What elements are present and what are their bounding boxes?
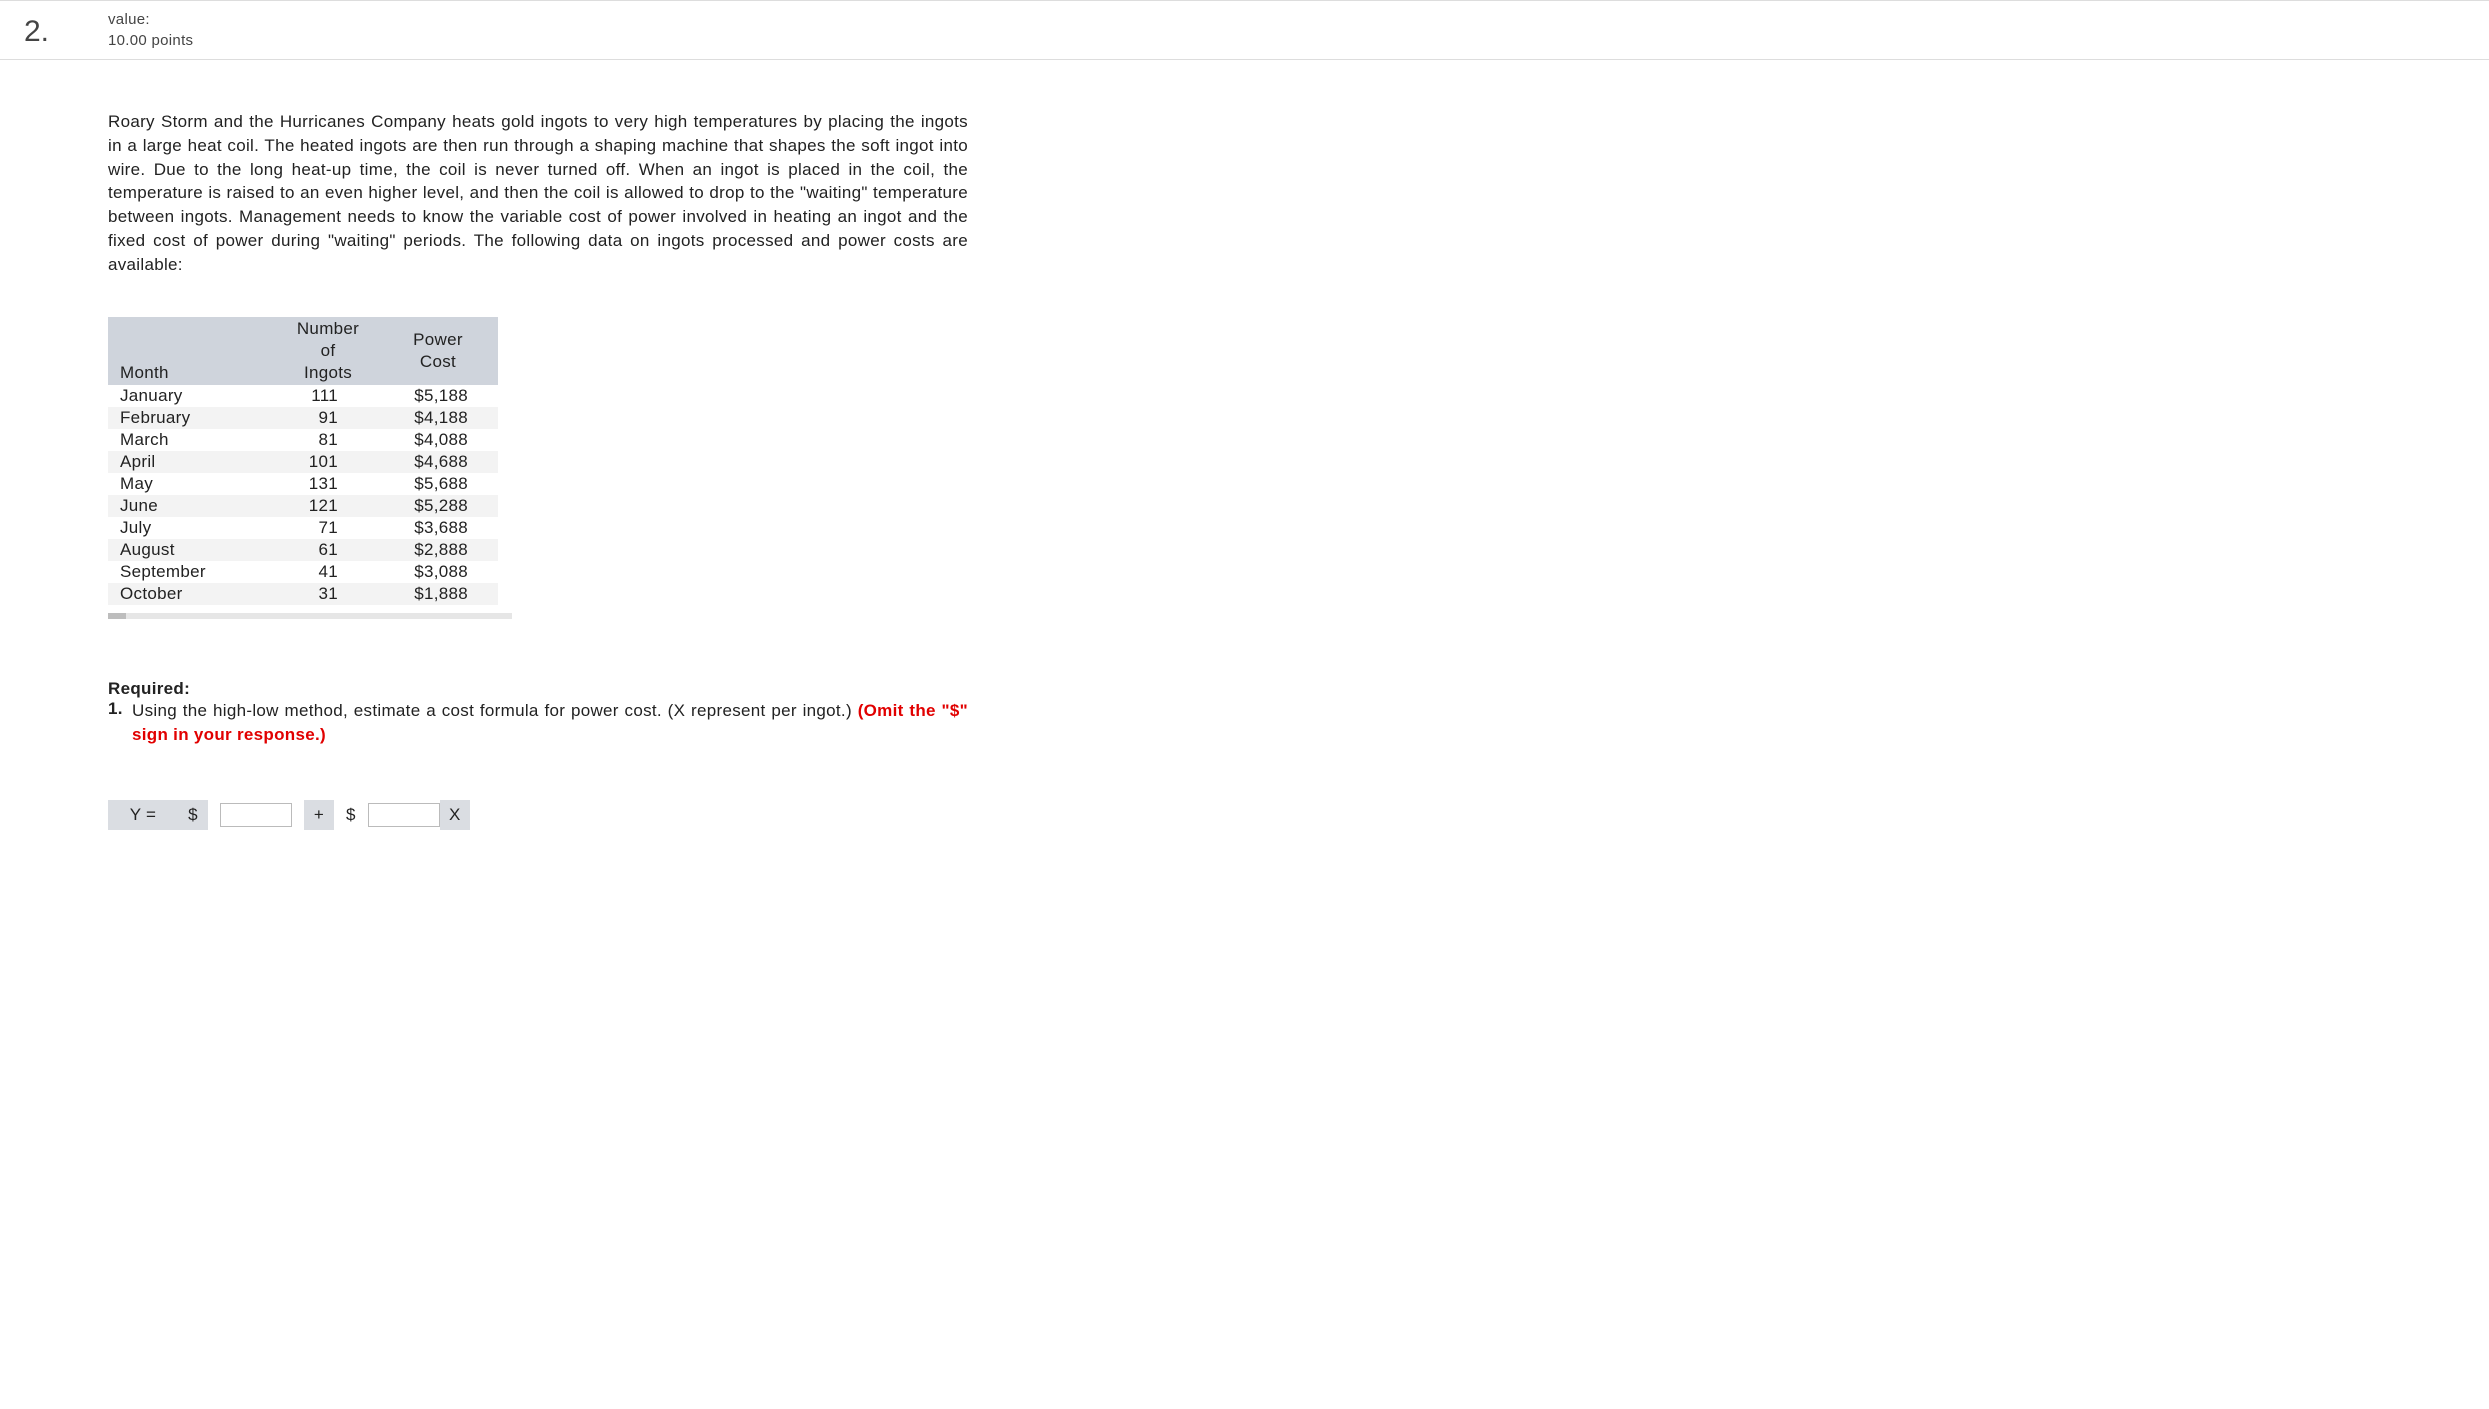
points-value: 10.00 points bbox=[108, 32, 193, 49]
required-item: 1. Using the high-low method, estimate a… bbox=[108, 699, 968, 747]
formula-input-wrap-1 bbox=[208, 800, 304, 830]
cell-cost: $3,688 bbox=[378, 517, 498, 539]
cell-cost: $5,688 bbox=[378, 473, 498, 495]
col-header-cost: Power Cost bbox=[378, 317, 498, 385]
problem-paragraph: Roary Storm and the Hurricanes Company h… bbox=[108, 110, 968, 277]
formula-input-wrap-2 bbox=[368, 800, 440, 830]
cell-cost: $4,088 bbox=[378, 429, 498, 451]
formula-x-label: X bbox=[440, 800, 470, 830]
cell-ingots: 121 bbox=[278, 495, 378, 517]
col-header-month-text: Month bbox=[120, 363, 169, 382]
formula-dollar-1: $ bbox=[178, 800, 208, 830]
table-row: July71$3,688 bbox=[108, 517, 498, 539]
question-header: 2. value: 10.00 points bbox=[0, 1, 2489, 60]
cell-ingots: 101 bbox=[278, 451, 378, 473]
cell-month: August bbox=[108, 539, 278, 561]
table-header-row: Month Number of Ingots Power Cost bbox=[108, 317, 498, 385]
table-row: August61$2,888 bbox=[108, 539, 498, 561]
cell-ingots: 91 bbox=[278, 407, 378, 429]
col-header-cost-l1: Power bbox=[413, 330, 463, 349]
required-text-main: Using the high-low method, estimate a co… bbox=[132, 701, 858, 720]
horizontal-scrollbar-thumb[interactable] bbox=[108, 613, 126, 619]
formula-row: Y = $ + $ X bbox=[108, 800, 470, 830]
question-container: 2. value: 10.00 points Roary Storm and t… bbox=[0, 0, 2489, 830]
table-body: January111$5,188 February91$4,188 March8… bbox=[108, 385, 498, 605]
cell-ingots: 61 bbox=[278, 539, 378, 561]
required-label: Required: bbox=[108, 679, 968, 699]
cell-month: July bbox=[108, 517, 278, 539]
formula-fixed-cost-input[interactable] bbox=[220, 803, 292, 827]
question-meta: value: 10.00 points bbox=[108, 11, 193, 49]
cell-cost: $3,088 bbox=[378, 561, 498, 583]
cell-month: May bbox=[108, 473, 278, 495]
table-row: January111$5,188 bbox=[108, 385, 498, 407]
cell-cost: $1,888 bbox=[378, 583, 498, 605]
cell-month: October bbox=[108, 583, 278, 605]
table-row: September41$3,088 bbox=[108, 561, 498, 583]
cell-cost: $5,288 bbox=[378, 495, 498, 517]
cell-month: January bbox=[108, 385, 278, 407]
formula-dollar-2: $ bbox=[346, 805, 356, 825]
required-item-number: 1. bbox=[108, 699, 132, 747]
col-header-ingots-l2: Ingots bbox=[304, 363, 352, 382]
cell-ingots: 71 bbox=[278, 517, 378, 539]
cell-month: September bbox=[108, 561, 278, 583]
table-row: March81$4,088 bbox=[108, 429, 498, 451]
formula-variable-cost-input[interactable] bbox=[368, 803, 440, 827]
value-label: value: bbox=[108, 11, 193, 28]
cell-cost: $2,888 bbox=[378, 539, 498, 561]
question-number: 2. bbox=[0, 11, 108, 47]
cell-cost: $4,188 bbox=[378, 407, 498, 429]
cell-cost: $4,688 bbox=[378, 451, 498, 473]
required-list: 1. Using the high-low method, estimate a… bbox=[108, 699, 968, 747]
required-block: Required: 1. Using the high-low method, … bbox=[108, 679, 968, 747]
formula-y-label: Y = bbox=[108, 800, 178, 830]
data-table: Month Number ofIngots PowerCost January1… bbox=[108, 317, 498, 605]
cell-month: March bbox=[108, 429, 278, 451]
cell-month: June bbox=[108, 495, 278, 517]
col-header-cost-l2: Cost bbox=[420, 352, 456, 371]
col-header-ingots-l1: Number of bbox=[297, 319, 359, 360]
table-row: June121$5,288 bbox=[108, 495, 498, 517]
table-row: October31$1,888 bbox=[108, 583, 498, 605]
table-row: February91$4,188 bbox=[108, 407, 498, 429]
question-content: Roary Storm and the Hurricanes Company h… bbox=[108, 110, 968, 830]
cell-cost: $5,188 bbox=[378, 385, 498, 407]
cell-ingots: 81 bbox=[278, 429, 378, 451]
required-item-text: Using the high-low method, estimate a co… bbox=[132, 699, 968, 747]
col-header-ingots: Number of Ingots bbox=[278, 317, 378, 385]
cell-month: April bbox=[108, 451, 278, 473]
formula-dollar-2-wrap: $ bbox=[334, 800, 368, 830]
col-header-month: Month bbox=[108, 317, 278, 385]
horizontal-scrollbar[interactable] bbox=[108, 613, 512, 619]
cell-ingots: 111 bbox=[278, 385, 378, 407]
cell-ingots: 31 bbox=[278, 583, 378, 605]
table-row: May131$5,688 bbox=[108, 473, 498, 495]
formula-plus: + bbox=[304, 800, 334, 830]
cell-ingots: 131 bbox=[278, 473, 378, 495]
table-row: April101$4,688 bbox=[108, 451, 498, 473]
cell-ingots: 41 bbox=[278, 561, 378, 583]
cell-month: February bbox=[108, 407, 278, 429]
